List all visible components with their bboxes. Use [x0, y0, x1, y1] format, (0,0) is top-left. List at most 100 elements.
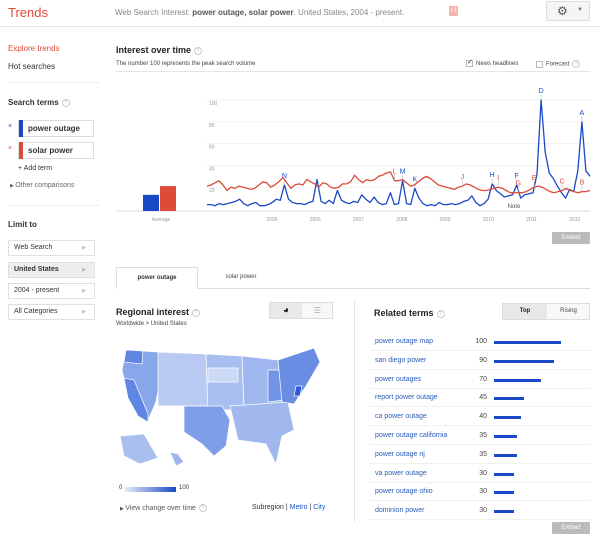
related-term-link[interactable]: dominion power	[375, 507, 424, 514]
related-term-link[interactable]: power outage map	[375, 338, 433, 345]
related-term-value: 100	[475, 338, 487, 345]
limit-united-states[interactable]: United States ▶	[8, 262, 95, 278]
help-icon[interactable]: ?	[436, 309, 445, 318]
average-bar[interactable]	[143, 194, 159, 211]
series-line-power-outage[interactable]	[207, 99, 591, 207]
x-tick-label: 2005	[266, 217, 277, 223]
help-icon[interactable]: ?	[198, 504, 207, 512]
rising-button[interactable]: Rising	[547, 304, 590, 319]
related-term-row[interactable]: san diego power 90	[370, 351, 590, 370]
news-annotation-F[interactable]: F	[515, 173, 519, 180]
interest-over-time-chart[interactable]: 20 40 60 80 100 2005 2006 2007 2008 2009 2010 2011 2…	[0, 0, 600, 240]
limit-categories[interactable]: All Categories ▶	[8, 304, 95, 320]
related-terms-title: Related terms?	[374, 308, 445, 318]
related-term-row[interactable]: va power outage 30	[370, 464, 590, 483]
map-region-southeast[interactable]	[229, 401, 295, 466]
map-region-alaska[interactable]	[119, 433, 159, 465]
tab-power-outage[interactable]: power outage	[116, 267, 198, 289]
regional-interest-title: Regional interest?	[116, 307, 201, 317]
related-term-link[interactable]: power outage ohio	[375, 488, 433, 495]
region-level-links: Subregion | Metro | City	[252, 504, 326, 511]
help-icon[interactable]: ?	[192, 308, 201, 317]
map-region-washington[interactable]	[123, 349, 144, 365]
related-term-link[interactable]: power outage california	[375, 432, 447, 439]
note-marker[interactable]: Note	[508, 204, 521, 210]
related-term-bar	[494, 416, 521, 420]
average-label: Average	[152, 217, 171, 223]
region-breadcrumb: Worldwide > United States	[116, 321, 187, 327]
news-annotation-H[interactable]: H	[490, 172, 495, 179]
news-annotation-K[interactable]: K	[412, 176, 417, 183]
embed-chart-button[interactable]: Embed	[552, 232, 590, 244]
related-term-row[interactable]: power outage california 35	[370, 426, 590, 445]
regional-view-toggle: ◕ ☰	[269, 302, 333, 319]
news-annotation-B[interactable]: B	[580, 180, 585, 187]
y-tick-label: 40	[209, 166, 215, 172]
related-term-bar	[494, 453, 518, 457]
related-term-bar	[494, 378, 541, 382]
related-term-bar	[494, 435, 518, 438]
subregion-link[interactable]: Subregion	[252, 504, 284, 511]
related-term-link[interactable]: va power outage	[375, 470, 427, 477]
legend-gradient	[125, 487, 176, 492]
chevron-right-icon: ▶	[82, 267, 86, 273]
news-annotation-A[interactable]: A	[580, 110, 585, 117]
related-term-value: 30	[479, 469, 487, 477]
map-region-mountain[interactable]	[157, 351, 209, 407]
x-tick-label: 2011	[526, 217, 537, 223]
us-map[interactable]	[118, 340, 328, 470]
related-term-link[interactable]: report power outage	[375, 394, 438, 401]
related-term-link[interactable]: power outages	[375, 376, 421, 383]
related-term-row[interactable]: dominion power 30	[370, 501, 590, 521]
top-button[interactable]: Top	[503, 304, 547, 319]
related-term-row[interactable]: power outage map 100	[370, 332, 590, 351]
embed-related-button[interactable]: Embed	[552, 522, 590, 534]
news-annotation-L[interactable]: L	[393, 169, 397, 176]
list-chart-icon[interactable]: ☰	[302, 303, 333, 318]
legend-min: 0	[119, 485, 123, 491]
average-bar[interactable]	[160, 186, 176, 211]
limit-date-range[interactable]: 2004 - present ▶	[8, 283, 95, 299]
related-term-bar	[494, 397, 525, 401]
related-term-value: 35	[479, 450, 487, 458]
map-region-hawaii[interactable]	[169, 451, 185, 467]
x-tick-label: 2012	[569, 217, 580, 223]
term-tabs: power outage solar power	[116, 267, 590, 289]
news-annotation-E[interactable]: E	[532, 175, 537, 182]
chevron-right-icon: ▶	[82, 288, 86, 294]
news-annotation-J[interactable]: J	[461, 174, 465, 181]
related-term-row[interactable]: power outages 70	[370, 370, 590, 389]
y-tick-label: 60	[209, 145, 215, 151]
news-annotation-D[interactable]: D	[539, 88, 544, 95]
related-term-row[interactable]: report power outage 45	[370, 388, 590, 408]
limit-web-search[interactable]: Web Search ▶	[8, 240, 95, 256]
metro-link[interactable]: Metro	[290, 504, 308, 511]
legend-max: 100	[179, 485, 190, 491]
related-term-bar	[494, 491, 515, 495]
tab-solar-power[interactable]: solar power	[206, 267, 276, 289]
news-annotation-I[interactable]: I	[497, 175, 499, 182]
related-term-row[interactable]: power outage nj 35	[370, 445, 590, 464]
related-term-bar	[494, 341, 561, 344]
x-tick-label: 2006	[310, 217, 321, 223]
related-term-value: 30	[479, 488, 487, 496]
related-term-value: 35	[479, 432, 487, 439]
related-term-value: 30	[479, 507, 487, 515]
news-annotation-G[interactable]: G	[515, 181, 520, 188]
related-term-row[interactable]: ca power outage 40	[370, 407, 590, 427]
related-term-link[interactable]: ca power outage	[375, 413, 427, 420]
globe-icon[interactable]: ◕	[270, 303, 302, 318]
map-region-texas[interactable]	[183, 405, 231, 457]
related-term-link[interactable]: san diego power	[375, 357, 426, 364]
related-term-row[interactable]: power outage ohio 30	[370, 482, 590, 502]
city-link[interactable]: City	[313, 504, 325, 511]
view-change-over-time-link[interactable]: ▶ View change over time?	[120, 504, 207, 512]
related-term-bar	[494, 359, 555, 363]
y-tick-label: 100	[209, 101, 218, 107]
map-region-south-dakota[interactable]	[207, 367, 239, 383]
divider	[354, 300, 355, 522]
news-annotation-C[interactable]: C	[560, 178, 565, 185]
news-annotation-M[interactable]: M	[400, 169, 406, 176]
related-term-value: 90	[479, 356, 487, 364]
related-term-link[interactable]: power outage nj	[375, 451, 425, 458]
